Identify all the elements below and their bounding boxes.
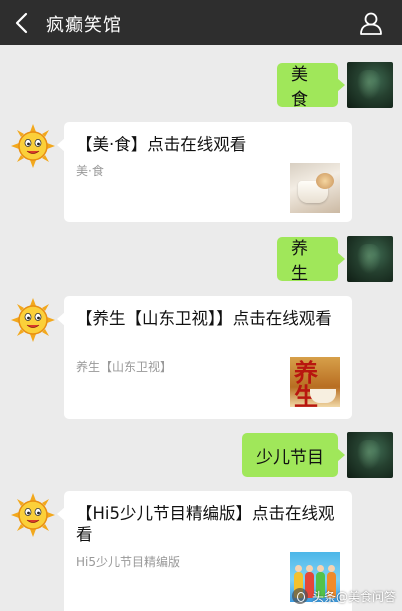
sent-message-bubble[interactable]: 养生	[277, 237, 345, 284]
chat-title: 疯癫笑馆	[46, 15, 122, 36]
chat-message-list[interactable]: 美食 【美·食】点击在线观看 美·食 养生 【养生【山东卫视】】点击在线观看 养…	[0, 45, 402, 611]
user-avatar[interactable]	[347, 62, 393, 108]
chevron-left-icon	[15, 12, 28, 34]
card-title: 【Hi5少儿节目精编版】点击在线观看	[76, 504, 335, 544]
watermark: 头条@美食问答	[291, 586, 396, 606]
health-thumbnail: 养生	[290, 357, 340, 407]
chat-info-button[interactable]	[358, 10, 384, 36]
message-text: 养生	[291, 239, 308, 284]
card-title: 【美·食】点击在线观看	[76, 135, 247, 154]
thumbnail-caption: 养生	[294, 358, 318, 408]
watermark-logo-icon	[291, 588, 308, 604]
card-description: Hi5少儿节目精编版	[76, 555, 180, 569]
person-icon	[360, 12, 382, 35]
sun-avatar-icon[interactable]	[10, 297, 56, 343]
sent-message-bubble[interactable]: 美食	[277, 63, 345, 110]
card-title: 【养生【山东卫视】】点击在线观看	[76, 309, 332, 328]
food-thumbnail	[290, 163, 340, 213]
card-description: 养生【山东卫视】	[76, 360, 173, 374]
link-card[interactable]: 【美·食】点击在线观看 美·食	[57, 122, 352, 222]
user-avatar[interactable]	[347, 236, 393, 282]
chat-header: 疯癫笑馆	[0, 0, 402, 45]
card-description: 美·食	[76, 164, 104, 178]
sun-avatar-icon[interactable]	[10, 492, 56, 538]
sent-message-bubble[interactable]: 少儿节目	[242, 433, 345, 477]
message-text: 少儿节目	[256, 447, 324, 468]
back-button[interactable]	[12, 10, 34, 36]
sun-avatar-icon[interactable]	[10, 123, 56, 169]
user-avatar[interactable]	[347, 432, 393, 478]
message-text: 美食	[291, 65, 308, 110]
watermark-text: 头条@美食问答	[311, 589, 396, 604]
link-card[interactable]: 【养生【山东卫视】】点击在线观看 养生【山东卫视】 养生	[57, 296, 352, 419]
